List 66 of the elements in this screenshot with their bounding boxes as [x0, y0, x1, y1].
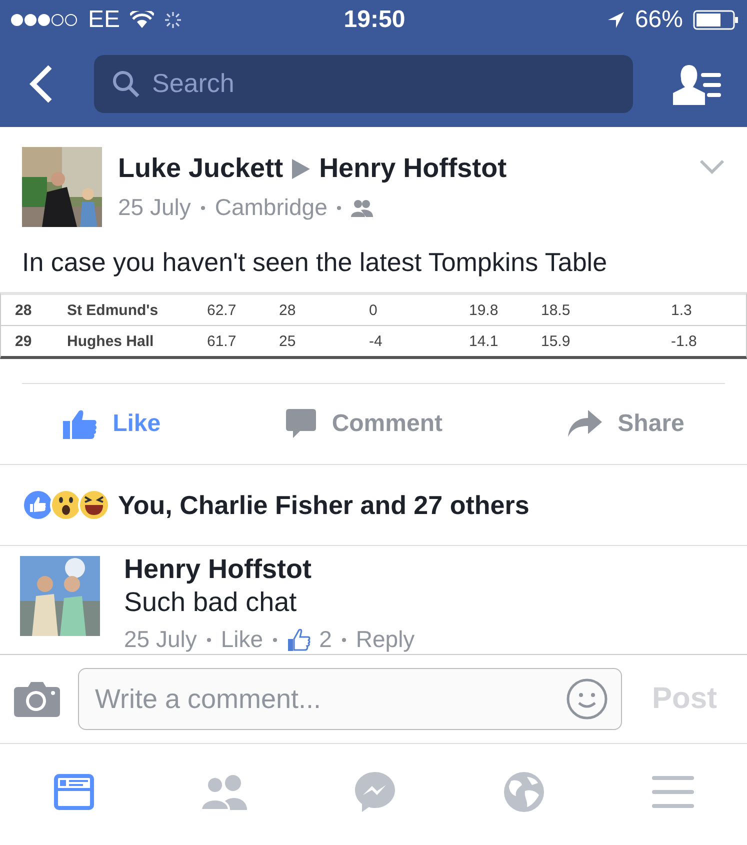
- author-name[interactable]: Luke Juckett: [118, 153, 284, 184]
- comment-like-count: 2: [319, 626, 332, 653]
- table-cell-text: 25: [279, 332, 297, 350]
- table-cell-text: 15.9: [541, 332, 572, 350]
- friends-icon: [351, 198, 374, 216]
- share-button[interactable]: Share: [560, 406, 692, 442]
- thumbs-up-outline-icon: [287, 628, 312, 652]
- triangle-arrow-icon: [291, 158, 312, 180]
- friends-tab[interactable]: [200, 774, 246, 810]
- comment-text: Such bad chat: [124, 587, 298, 618]
- table-cell-text: 14.1: [469, 332, 500, 350]
- share-arrow-icon: [568, 410, 602, 438]
- carrier-name: EE: [88, 6, 120, 34]
- thumbs-up-icon: [62, 409, 97, 439]
- comment-date: 25 July: [124, 626, 197, 653]
- separator-dot: [206, 638, 211, 642]
- battery-percent: 66%: [634, 6, 683, 34]
- comment-like-link[interactable]: Like: [220, 626, 264, 653]
- laughing-reaction-icon: [78, 489, 110, 521]
- table-cell-text: -1.8: [671, 332, 698, 350]
- post-text: In case you haven't seen the latest Tompkins Table: [22, 247, 608, 278]
- separator-dot: [342, 638, 346, 642]
- table-cell-text: 29: [14, 332, 33, 350]
- clock-time: 19:50: [344, 6, 406, 34]
- search-icon: [112, 70, 140, 98]
- messenger-tab[interactable]: [354, 770, 396, 812]
- table-cell-text: 18.5: [541, 302, 572, 318]
- table-cell-text: 1.3: [671, 302, 693, 318]
- table-cell-text: 0: [369, 302, 378, 318]
- table-cell-text: 62.7: [207, 302, 238, 318]
- friend-list-icon[interactable]: [673, 62, 721, 104]
- like-button[interactable]: Like: [54, 405, 169, 443]
- table-cell-text: 61.7: [207, 332, 238, 350]
- separator-dot: [337, 206, 342, 210]
- commenter-name[interactable]: Henry Hoffstot: [124, 554, 415, 585]
- spinner-icon: [164, 11, 182, 29]
- chevron-down-icon[interactable]: [699, 159, 725, 175]
- reaction-summary[interactable]: You, Charlie Fisher and 27 others: [118, 490, 530, 520]
- speech-bubble-icon: [286, 409, 316, 439]
- comment-field[interactable]: Write a comment...: [78, 668, 622, 730]
- target-name[interactable]: Henry Hoffstot: [319, 153, 507, 184]
- comment-button[interactable]: Comment: [278, 405, 450, 443]
- separator-dot: [200, 206, 205, 210]
- back-icon[interactable]: [28, 64, 54, 104]
- search-field[interactable]: Search: [94, 54, 633, 112]
- table-cell-text: St Edmund's: [67, 302, 160, 318]
- table-cell-text: Hughes Hall: [67, 332, 155, 350]
- post-date[interactable]: 25 July: [118, 194, 191, 221]
- wow-reaction-icon: [50, 489, 82, 521]
- camera-icon[interactable]: [14, 681, 60, 717]
- wifi-icon: [130, 11, 154, 29]
- battery-icon: [692, 10, 739, 30]
- feed-tab[interactable]: [54, 774, 94, 810]
- reply-link[interactable]: Reply: [356, 626, 415, 653]
- smiley-icon[interactable]: [566, 678, 608, 720]
- table-cell-text: 19.8: [469, 302, 500, 318]
- table-cell-text: 28: [14, 302, 33, 318]
- signal-icon: [10, 13, 78, 27]
- post-location[interactable]: Cambridge: [214, 194, 328, 221]
- globe-tab[interactable]: [502, 770, 544, 812]
- table-cell-text: 28: [279, 302, 297, 318]
- separator-dot: [273, 638, 278, 642]
- menu-tab[interactable]: [652, 774, 694, 808]
- like-reaction-icon: [22, 489, 54, 521]
- location-arrow-icon: [606, 11, 625, 29]
- table-cell-text: -4: [369, 332, 384, 350]
